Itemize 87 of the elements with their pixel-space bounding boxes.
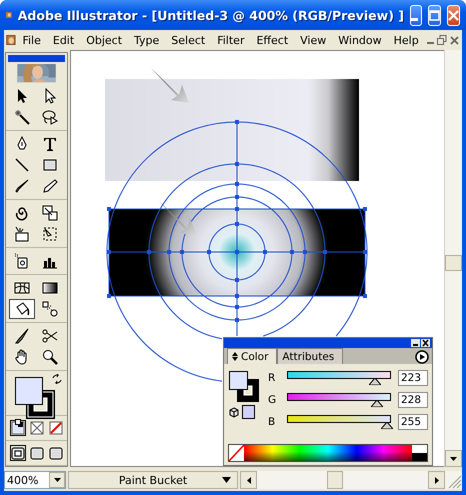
window-icon (30, 446, 44, 460)
window-icon (10, 446, 24, 460)
knife-icon (14, 328, 30, 344)
minimize-icon (411, 18, 418, 20)
spiral-icon (14, 204, 30, 221)
transform-icon (42, 226, 58, 242)
close-button[interactable] (447, 4, 460, 26)
screen-mode-button[interactable] (10, 445, 26, 461)
sprayer-icon (14, 252, 30, 269)
rectangle-icon (42, 156, 58, 173)
menu-item[interactable]: Object (80, 34, 128, 46)
wand-icon (14, 108, 30, 125)
vertical-scrollbar[interactable] (444, 50, 462, 467)
web-color-swatch[interactable] (242, 405, 255, 419)
channel-label: G (268, 394, 278, 406)
value-field[interactable]: 228 (398, 392, 428, 408)
maximize-icon (429, 10, 440, 20)
minimize-button[interactable] (410, 4, 422, 26)
channel-label: B (268, 416, 276, 428)
scale-icon (42, 204, 58, 221)
menu-item[interactable]: File (16, 34, 47, 46)
fill-stroke-swatches-icon[interactable] (15, 376, 55, 419)
scroll-down-button[interactable] (445, 450, 462, 467)
value-field[interactable]: 255 (398, 414, 428, 430)
restore-icon (437, 35, 448, 45)
scroll-right-button[interactable] (428, 471, 445, 489)
channel-label: R (268, 372, 276, 384)
scroll-left-button[interactable] (240, 471, 257, 489)
updown-icon (232, 352, 238, 361)
color-spectrum[interactable] (244, 445, 412, 461)
letter-icon (42, 136, 58, 152)
bucket-icon (14, 300, 30, 317)
menu-item[interactable]: Filter (211, 34, 250, 46)
maximize-button[interactable] (428, 4, 441, 26)
menu-item[interactable]: View (294, 34, 332, 46)
line-icon (14, 156, 30, 173)
zoom-field[interactable]: 400% (4, 471, 66, 489)
screen-mode-button[interactable] (48, 445, 64, 461)
palette-tab[interactable]: Attributes (277, 348, 344, 364)
close-icon (450, 36, 459, 44)
down-arrow-icon (54, 478, 60, 482)
menu-item[interactable]: Select (165, 34, 212, 46)
scroll-thumb[interactable] (445, 255, 462, 271)
caret-icon (222, 477, 231, 483)
pencil-icon (42, 178, 58, 194)
close-icon[interactable] (421, 339, 430, 347)
down-arrow-icon (450, 456, 457, 460)
current-tool-dropdown[interactable]: Paint Bucket (68, 471, 238, 489)
none-swatch-icon[interactable] (229, 445, 244, 461)
menu-item[interactable]: Window (332, 34, 388, 46)
mesh-icon (14, 280, 30, 296)
scroll-thumb[interactable] (327, 471, 343, 489)
left-arrow-icon (246, 476, 250, 484)
zoom-value: 400% (6, 474, 40, 486)
hand-icon (14, 348, 30, 365)
panel-title-bar (8, 55, 65, 62)
menu-item[interactable]: Type (128, 34, 166, 46)
swap-arrows-icon[interactable] (52, 374, 62, 384)
palette-tab[interactable]: Color (227, 348, 278, 364)
restore-button[interactable] (436, 32, 448, 48)
magnifier-icon (42, 348, 58, 365)
brush-icon (14, 178, 30, 194)
none-icon (48, 421, 62, 435)
palette-menu-icon[interactable] (415, 350, 429, 364)
scissors-icon (42, 328, 58, 344)
minimize-icon[interactable] (411, 339, 420, 347)
menu-item[interactable]: Help (388, 34, 425, 46)
window-title: Adobe Illustrator - [Untitled-3 @ 400% (RGB/Preview) ] (18, 8, 404, 22)
screen-mode-button[interactable] (28, 445, 44, 461)
right-arrow-icon (434, 476, 438, 484)
window-icon (48, 446, 62, 460)
gradient-swatch-icon (30, 421, 44, 435)
cube-icon[interactable] (229, 407, 239, 418)
value-field[interactable]: 223 (398, 370, 428, 386)
lasso-icon (42, 108, 58, 125)
document-icon (6, 32, 16, 48)
tool-button[interactable] (8, 298, 34, 319)
blend-icon (42, 300, 58, 317)
menu-item[interactable]: Effect (250, 34, 294, 46)
horizontal-scrollbar[interactable] (240, 471, 462, 489)
dropdown-button[interactable] (49, 472, 65, 488)
fill-stroke-swatches-icon[interactable] (229, 371, 259, 402)
default-colors-swatch[interactable] (412, 445, 427, 461)
menu-item[interactable]: Edit (46, 34, 80, 46)
warp-icon (14, 226, 30, 242)
gradient-icon (42, 280, 58, 296)
close-icon (448, 10, 459, 20)
